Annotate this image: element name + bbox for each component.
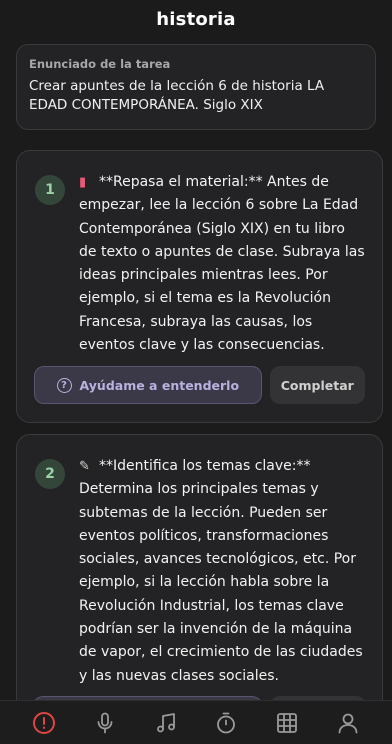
step-text-container: ▮ **Repasa el material:** Antes de empeza… bbox=[79, 171, 366, 357]
step-row: 2 ✎ **Identifica los temas clave:** Deter… bbox=[35, 455, 366, 688]
step-number-badge: 2 bbox=[35, 459, 65, 489]
step-actions: ? Ayúdame a entenderlo Completar bbox=[34, 366, 365, 404]
step-number-badge: 1 bbox=[35, 175, 65, 205]
complete-button-label: Completar bbox=[280, 377, 354, 393]
user-icon bbox=[338, 713, 358, 733]
nav-microphone[interactable] bbox=[88, 706, 122, 740]
step-card-2: 2 ✎ **Identifica los temas clave:** Deter… bbox=[16, 434, 383, 724]
alert-icon bbox=[33, 711, 56, 734]
task-text: Crear apuntes de la lección 6 de histori… bbox=[29, 78, 325, 113]
header: historia bbox=[0, 0, 392, 38]
page-title: historia bbox=[156, 8, 236, 30]
app-screen: historia Enunciado de la tarea Crear apu… bbox=[0, 0, 392, 744]
step-row: 1 ▮ **Repasa el material:** Antes de empe… bbox=[35, 171, 366, 357]
task-label: Enunciado de la tarea bbox=[29, 57, 171, 71]
grid-icon bbox=[277, 712, 297, 733]
microphone-icon bbox=[97, 712, 113, 733]
nav-grid[interactable] bbox=[270, 706, 304, 740]
complete-button[interactable]: Completar bbox=[269, 366, 365, 404]
timer-icon bbox=[217, 712, 236, 733]
step-text: **Repasa el material:** Antes de empezar… bbox=[79, 174, 365, 354]
nav-music[interactable] bbox=[149, 706, 183, 740]
question-circle-icon: ? bbox=[56, 377, 72, 393]
step-text-container: ✎ **Identifica los temas clave:** Determi… bbox=[79, 455, 366, 688]
bottom-navigation bbox=[0, 700, 392, 744]
help-button-label: Ayúdame a entenderlo bbox=[79, 377, 240, 393]
step-card-1: 1 ▮ **Repasa el material:** Antes de empe… bbox=[16, 150, 383, 423]
backpack-icon: ▮ bbox=[79, 175, 87, 190]
step-text: **Identifica los temas clave:** Determin… bbox=[79, 458, 363, 684]
nav-timer[interactable] bbox=[209, 706, 243, 740]
task-statement-card: Enunciado de la tarea Crear apuntes de l… bbox=[16, 44, 376, 130]
music-note-icon bbox=[156, 712, 175, 732]
help-me-understand-button[interactable]: ? Ayúdame a entenderlo bbox=[34, 366, 262, 404]
nav-alert[interactable] bbox=[27, 706, 61, 740]
memo-icon: ✎ bbox=[79, 459, 90, 474]
nav-profile[interactable] bbox=[331, 706, 365, 740]
